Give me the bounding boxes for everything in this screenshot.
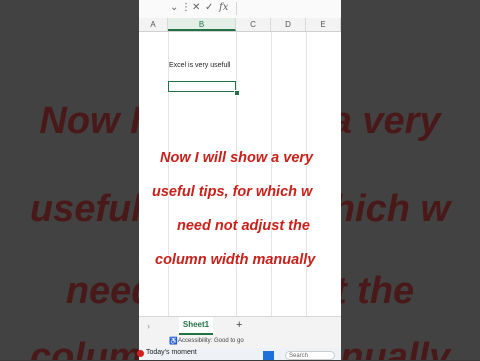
column-header[interactable]: A [139,18,168,31]
excel-window: ⌄ ⋮ ✕ ✓ fx A B C D E Excel is very usefu… [139,0,341,360]
column-header-active[interactable]: B [168,18,236,31]
grid-line [271,32,272,316]
caption-line: useful tips, for which w [152,184,313,200]
ellipsis-icon[interactable]: ⋮ [181,2,191,13]
caption-line: column width manually [155,252,316,268]
selected-cell[interactable] [168,81,236,92]
sheet-tab-bar: › Sheet1 + [139,316,341,337]
taskbar-search[interactable]: Search [285,351,335,360]
add-sheet-button[interactable]: + [236,319,242,331]
grid-line [236,32,237,316]
accessibility-icon[interactable]: ♿ [169,337,178,345]
grid-line [306,32,307,316]
caption-line: Now I will show a very [160,150,314,166]
close-icon[interactable]: ✕ [192,2,200,13]
accessibility-status[interactable]: Accessibility: Good to go [178,338,244,344]
chevron-right-icon[interactable]: › [147,321,150,331]
column-headers: A B C D E [139,18,341,32]
windows-start-icon[interactable] [263,351,274,360]
caption-line: need not adjust the [177,218,310,234]
chevron-down-icon[interactable]: ⌄ [170,2,178,13]
column-header[interactable]: C [236,18,271,31]
status-bar: ♿ Accessibility: Good to go [139,336,341,348]
record-icon [137,350,144,357]
fill-handle[interactable] [234,90,240,96]
cell-b2[interactable]: Excel is very usefull [169,62,230,69]
check-icon[interactable]: ✓ [205,2,213,13]
formula-input[interactable] [236,2,341,15]
spreadsheet-grid[interactable]: Excel is very usefull [139,32,341,316]
column-header[interactable]: D [271,18,306,31]
function-icon[interactable]: fx [219,2,228,13]
todays-moment[interactable]: Today's moment [137,348,237,360]
sheet-tab-active[interactable]: Sheet1 [179,317,213,335]
formula-bar: ⌄ ⋮ ✕ ✓ fx [139,0,341,19]
grid-line [168,32,169,316]
todays-moment-label: Today's moment [146,349,197,356]
column-header[interactable]: E [306,18,341,31]
